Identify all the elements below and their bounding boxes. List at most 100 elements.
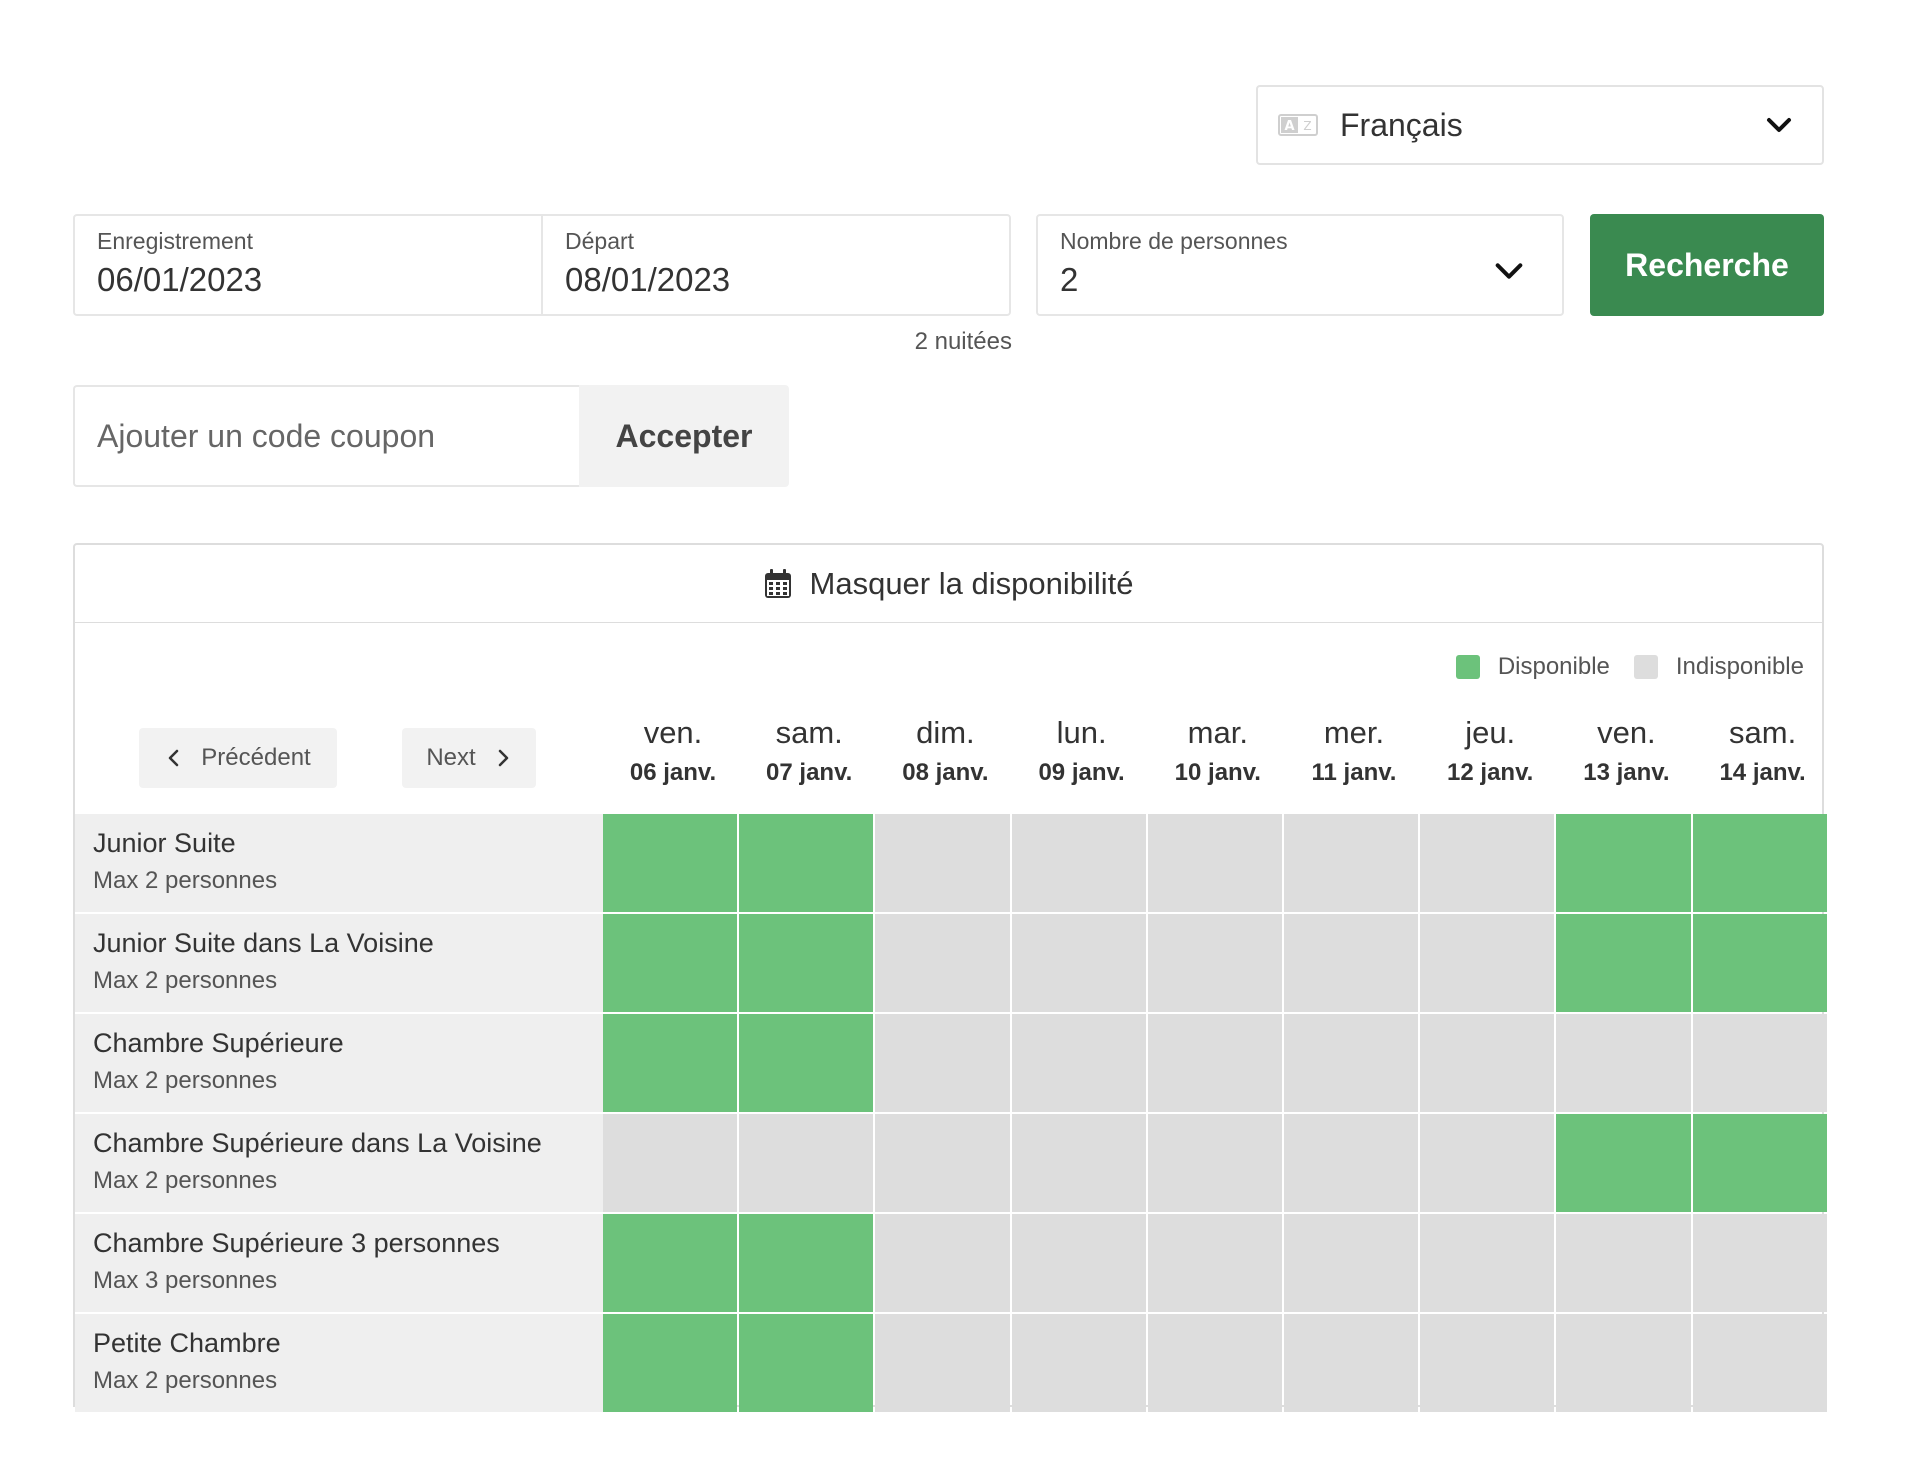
day-date: 07 janv. <box>766 759 853 786</box>
unavailable-cell <box>1011 1214 1146 1312</box>
day-header: ven. 13 janv. <box>1558 715 1694 787</box>
next-button[interactable]: Next <box>402 728 536 788</box>
unavailable-cell <box>1147 1214 1282 1312</box>
chevron-down-icon <box>1492 254 1526 288</box>
unavailable-cell <box>1284 914 1419 1012</box>
unavailable-cell <box>1692 1214 1827 1312</box>
available-cell <box>739 1214 874 1312</box>
calendar-icon <box>764 568 792 599</box>
room-name: Chambre Supérieure <box>93 1028 344 1058</box>
checkout-value: 08/01/2023 <box>565 261 731 298</box>
available-cell <box>1556 1114 1691 1212</box>
day-name: lun. <box>1056 715 1107 750</box>
available-cell <box>739 1014 874 1112</box>
day-name: mer. <box>1323 715 1385 750</box>
unavailable-cell <box>875 1114 1010 1212</box>
room-info: Junior Suite dans La Voisine Max 2 person… <box>75 914 603 1012</box>
day-header: sam. 14 janv. <box>1695 715 1831 787</box>
room-info: Petite Chambre Max 2 personnes <box>75 1314 603 1412</box>
unavailable-cell <box>1011 1014 1146 1112</box>
available-cell <box>603 1214 738 1312</box>
room-row: Petite Chambre Max 2 personnes <box>75 1314 1827 1414</box>
availability-calendar: Disponible Indisponible Précédent Next v… <box>73 623 1827 1412</box>
unavailable-cell <box>1147 1314 1282 1412</box>
day-header: sam. 07 janv. <box>741 715 877 787</box>
unavailable-cell <box>1147 814 1282 912</box>
legend-available-swatch <box>1455 655 1480 679</box>
available-cell <box>1556 814 1691 912</box>
language-select[interactable]: A Z Français <box>1256 85 1824 165</box>
guests-label: Nombre de personnes <box>1060 228 1288 254</box>
accept-coupon-button[interactable]: Accepter <box>579 385 789 487</box>
day-header: mer. 11 janv. <box>1286 715 1422 787</box>
room-name: Chambre Supérieure 3 personnes <box>93 1228 500 1258</box>
room-capacity: Max 2 personnes <box>93 1367 278 1394</box>
unavailable-cell <box>1147 914 1282 1012</box>
room-capacity: Max 2 personnes <box>93 867 278 894</box>
available-cell <box>739 1314 874 1412</box>
day-header: ven. 06 janv. <box>605 715 741 787</box>
room-name: Junior Suite dans La Voisine <box>93 928 434 958</box>
room-info: Chambre Supérieure 3 personnes Max 3 pers… <box>75 1214 603 1312</box>
unavailable-cell <box>875 814 1010 912</box>
checkin-value: 06/01/2023 <box>97 261 263 298</box>
unavailable-cell <box>1284 1014 1419 1112</box>
room-row: Junior Suite Max 2 personnes <box>75 814 1827 914</box>
room-row: Junior Suite dans La Voisine Max 2 person… <box>75 914 1827 1014</box>
unavailable-cell <box>603 1114 738 1212</box>
chevron-right-icon <box>494 749 512 767</box>
checkout-field[interactable]: Départ 08/01/2023 <box>541 214 1011 316</box>
available-cell <box>739 814 874 912</box>
day-date: 12 janv. <box>1447 759 1534 786</box>
guests-select[interactable]: Nombre de personnes 2 <box>1036 214 1564 316</box>
day-date: 06 janv. <box>629 759 717 786</box>
room-capacity: Max 3 personnes <box>93 1267 278 1294</box>
room-row: Chambre Supérieure Max 2 personnes <box>75 1014 1827 1114</box>
previous-button[interactable]: Précédent <box>139 728 337 788</box>
room-capacity: Max 2 personnes <box>93 1067 278 1094</box>
room-info: Chambre Supérieure dans La Voisine Max 2 … <box>75 1114 603 1212</box>
day-date: 13 janv. <box>1583 759 1670 786</box>
unavailable-cell <box>1011 1114 1146 1212</box>
unavailable-cell <box>1147 1014 1282 1112</box>
language-icon: A Z <box>1278 113 1318 137</box>
unavailable-cell <box>1284 1214 1419 1312</box>
room-row: Chambre Supérieure dans La Voisine Max 2 … <box>75 1114 1827 1214</box>
day-name: ven. <box>1597 715 1656 750</box>
day-name: sam. <box>775 715 843 750</box>
day-date: 09 janv. <box>1038 759 1125 786</box>
room-capacity: Max 2 personnes <box>93 1167 278 1194</box>
legend-unavailable-swatch <box>1633 655 1658 679</box>
unavailable-cell <box>1284 1114 1419 1212</box>
room-info: Junior Suite Max 2 personnes <box>75 814 603 912</box>
toggle-availability-button[interactable]: Masquer la disponibilité <box>73 543 1824 624</box>
nights-count: 2 nuitées <box>914 328 1012 355</box>
unavailable-cell <box>1692 1314 1827 1412</box>
coupon-input[interactable] <box>73 385 579 487</box>
unavailable-cell <box>1692 1014 1827 1112</box>
unavailable-cell <box>1556 1014 1691 1112</box>
search-button[interactable]: Recherche <box>1590 214 1824 316</box>
unavailable-cell <box>1147 1114 1282 1212</box>
available-cell <box>1692 814 1827 912</box>
available-cell <box>603 914 738 1012</box>
unavailable-cell <box>1011 814 1146 912</box>
available-cell <box>603 1314 738 1412</box>
unavailable-cell <box>1284 1314 1419 1412</box>
day-name: mar. <box>1187 715 1248 750</box>
available-cell <box>1692 914 1827 1012</box>
guests-value: 2 <box>1060 261 1079 298</box>
room-capacity: Max 2 personnes <box>93 967 278 994</box>
unavailable-cell <box>739 1114 874 1212</box>
unavailable-cell <box>1011 914 1146 1012</box>
checkout-label: Départ <box>565 228 635 254</box>
toggle-availability-label: Masquer la disponibilité <box>809 565 1134 601</box>
unavailable-cell <box>1011 1314 1146 1412</box>
day-name: ven. <box>643 715 703 750</box>
available-cell <box>1692 1114 1827 1212</box>
room-info: Chambre Supérieure Max 2 personnes <box>75 1014 603 1112</box>
language-label: Français <box>1340 106 1463 143</box>
checkin-field[interactable]: Enregistrement 06/01/2023 <box>73 214 543 316</box>
day-date: 14 janv. <box>1719 759 1806 786</box>
unavailable-cell <box>1284 814 1419 912</box>
